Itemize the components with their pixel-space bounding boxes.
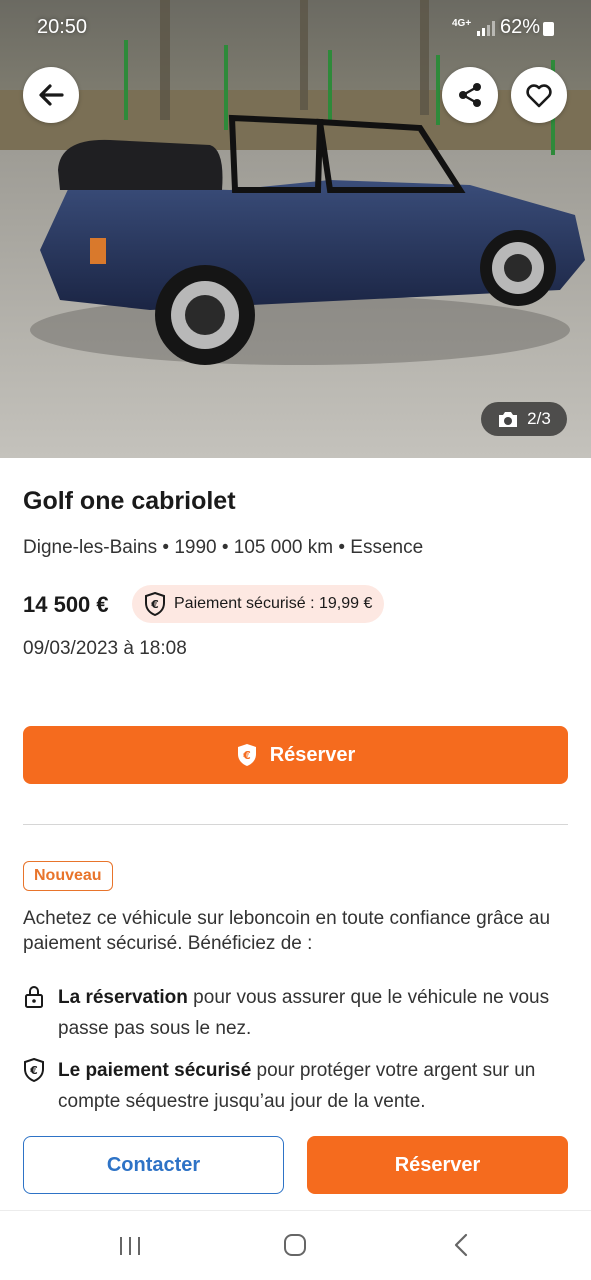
reserve-button-label: Réserver [269, 743, 356, 766]
car-photo [0, 0, 591, 458]
network-type: 4G+ [452, 18, 472, 29]
heart-icon [526, 84, 552, 108]
battery-level: 62% [500, 16, 541, 38]
feature-title: La réservation [58, 987, 188, 1008]
secure-intro-text: Achetez ce véhicule sur leboncoin en tou… [23, 908, 551, 954]
share-icon [459, 83, 481, 107]
listing-photo[interactable]: 20:50 4G+ 62% 2/3 [0, 0, 591, 458]
system-nav-bar [0, 1210, 591, 1280]
feature-title: Le paiement sécurisé [58, 1060, 252, 1081]
camera-icon [499, 412, 518, 427]
arrow-left-icon [39, 84, 64, 106]
svg-text:€: € [150, 598, 159, 611]
lock-icon [25, 986, 43, 1008]
share-button[interactable] [442, 67, 498, 123]
home-icon[interactable] [283, 1233, 307, 1257]
photo-counter: 2/3 [481, 402, 567, 436]
reserve-button[interactable]: € Réserver [23, 726, 568, 784]
listing-subtitle: Digne-les-Bains • 1990 • 105 000 km • Es… [23, 537, 424, 558]
recent-apps-icon[interactable] [118, 1235, 142, 1257]
reserve-button-bottom[interactable]: Réserver [307, 1136, 568, 1194]
shield-euro-icon: € [145, 592, 165, 616]
system-back-icon[interactable] [452, 1233, 470, 1257]
signal-icon [477, 21, 495, 36]
feature-secure-payment: € Le paiement sécurisé pour protéger vot… [23, 1055, 568, 1117]
secure-payment-badge: € Paiement sécurisé : 19,99 € [132, 585, 385, 623]
svg-text:€: € [29, 1064, 38, 1077]
photo-counter-text: 2/3 [527, 409, 551, 428]
battery-icon [543, 22, 554, 36]
back-button[interactable] [23, 67, 79, 123]
status-bar: 20:50 4G+ 62% [0, 0, 591, 56]
listing-date: 09/03/2023 à 18:08 [23, 638, 187, 659]
new-tag: Nouveau [23, 861, 113, 891]
favorite-button[interactable] [511, 67, 567, 123]
contact-button[interactable]: Contacter [23, 1136, 284, 1194]
listing-title: Golf one cabriolet [23, 487, 236, 515]
listing-price: 14 500 € [23, 592, 109, 617]
feature-reservation: La réservation pour vous assurer que le … [23, 982, 568, 1044]
shield-euro-icon: € [24, 1058, 44, 1082]
divider [23, 824, 568, 825]
secure-payment-text: Paiement sécurisé : 19,99 € [174, 595, 373, 612]
svg-text:€: € [242, 749, 251, 762]
status-time: 20:50 [37, 16, 88, 38]
shield-euro-icon: € [237, 744, 256, 766]
